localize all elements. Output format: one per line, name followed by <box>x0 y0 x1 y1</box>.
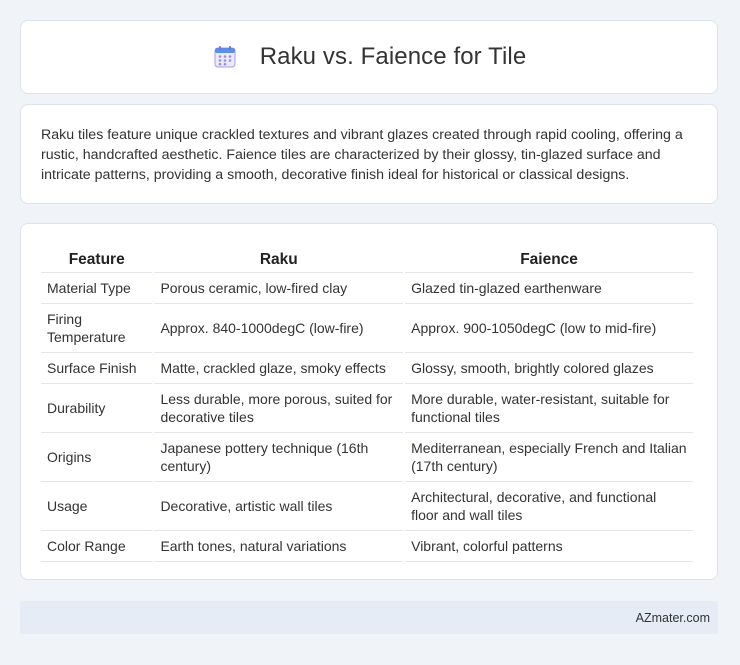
faience-cell: Approx. 900-1050degC (low to mid-fire) <box>405 304 693 353</box>
header-faience: Faience <box>405 244 693 273</box>
comparison-card: Feature Raku Faience Material Type Porou… <box>20 223 718 580</box>
faience-cell: Architectural, decorative, and functiona… <box>405 482 693 531</box>
calendar-icon <box>212 44 238 70</box>
feature-cell: Usage <box>41 482 153 531</box>
page-title: Raku vs. Faience for Tile <box>259 43 527 70</box>
table-row: Material Type Porous ceramic, low-fired … <box>41 273 693 304</box>
faience-cell: Vibrant, colorful patterns <box>405 531 693 562</box>
faience-cell: Glossy, smooth, brightly colored glazes <box>405 353 693 384</box>
feature-cell: Material Type <box>41 273 153 304</box>
title-card: Raku vs. Faience for Tile <box>20 20 718 94</box>
header-feature: Feature <box>41 244 153 273</box>
raku-cell: Less durable, more porous, suited for de… <box>154 384 404 433</box>
raku-cell: Earth tones, natural variations <box>154 531 404 562</box>
table-row: Durability Less durable, more porous, su… <box>41 384 693 433</box>
feature-cell: Color Range <box>41 531 153 562</box>
intro-text: Raku tiles feature unique crackled textu… <box>41 127 683 183</box>
feature-cell: Surface Finish <box>41 353 153 384</box>
table-header-row: Feature Raku Faience <box>41 244 693 273</box>
feature-cell: Origins <box>41 433 153 482</box>
faience-cell: Mediterranean, especially French and Ita… <box>405 433 693 482</box>
header-raku: Raku <box>154 244 404 273</box>
raku-cell: Porous ceramic, low-fired clay <box>154 273 404 304</box>
table-row: Firing Temperature Approx. 840-1000degC … <box>41 304 693 353</box>
raku-cell: Matte, crackled glaze, smoky effects <box>154 353 404 384</box>
footer: AZmater.com <box>20 601 718 634</box>
faience-cell: More durable, water-resistant, suitable … <box>405 384 693 433</box>
raku-cell: Decorative, artistic wall tiles <box>154 482 404 531</box>
intro-card: Raku tiles feature unique crackled textu… <box>20 104 718 204</box>
faience-cell: Glazed tin-glazed earthenware <box>405 273 693 304</box>
footer-brand[interactable]: AZmater.com <box>636 611 710 625</box>
table-row: Usage Decorative, artistic wall tiles Ar… <box>41 482 693 531</box>
raku-cell: Japanese pottery technique (16th century… <box>154 433 404 482</box>
table-row: Origins Japanese pottery technique (16th… <box>41 433 693 482</box>
table-row: Surface Finish Matte, crackled glaze, sm… <box>41 353 693 384</box>
raku-cell: Approx. 840-1000degC (low-fire) <box>154 304 404 353</box>
table-row: Color Range Earth tones, natural variati… <box>41 531 693 562</box>
comparison-table: Feature Raku Faience Material Type Porou… <box>39 244 695 562</box>
feature-cell: Durability <box>41 384 153 433</box>
feature-cell: Firing Temperature <box>41 304 153 353</box>
